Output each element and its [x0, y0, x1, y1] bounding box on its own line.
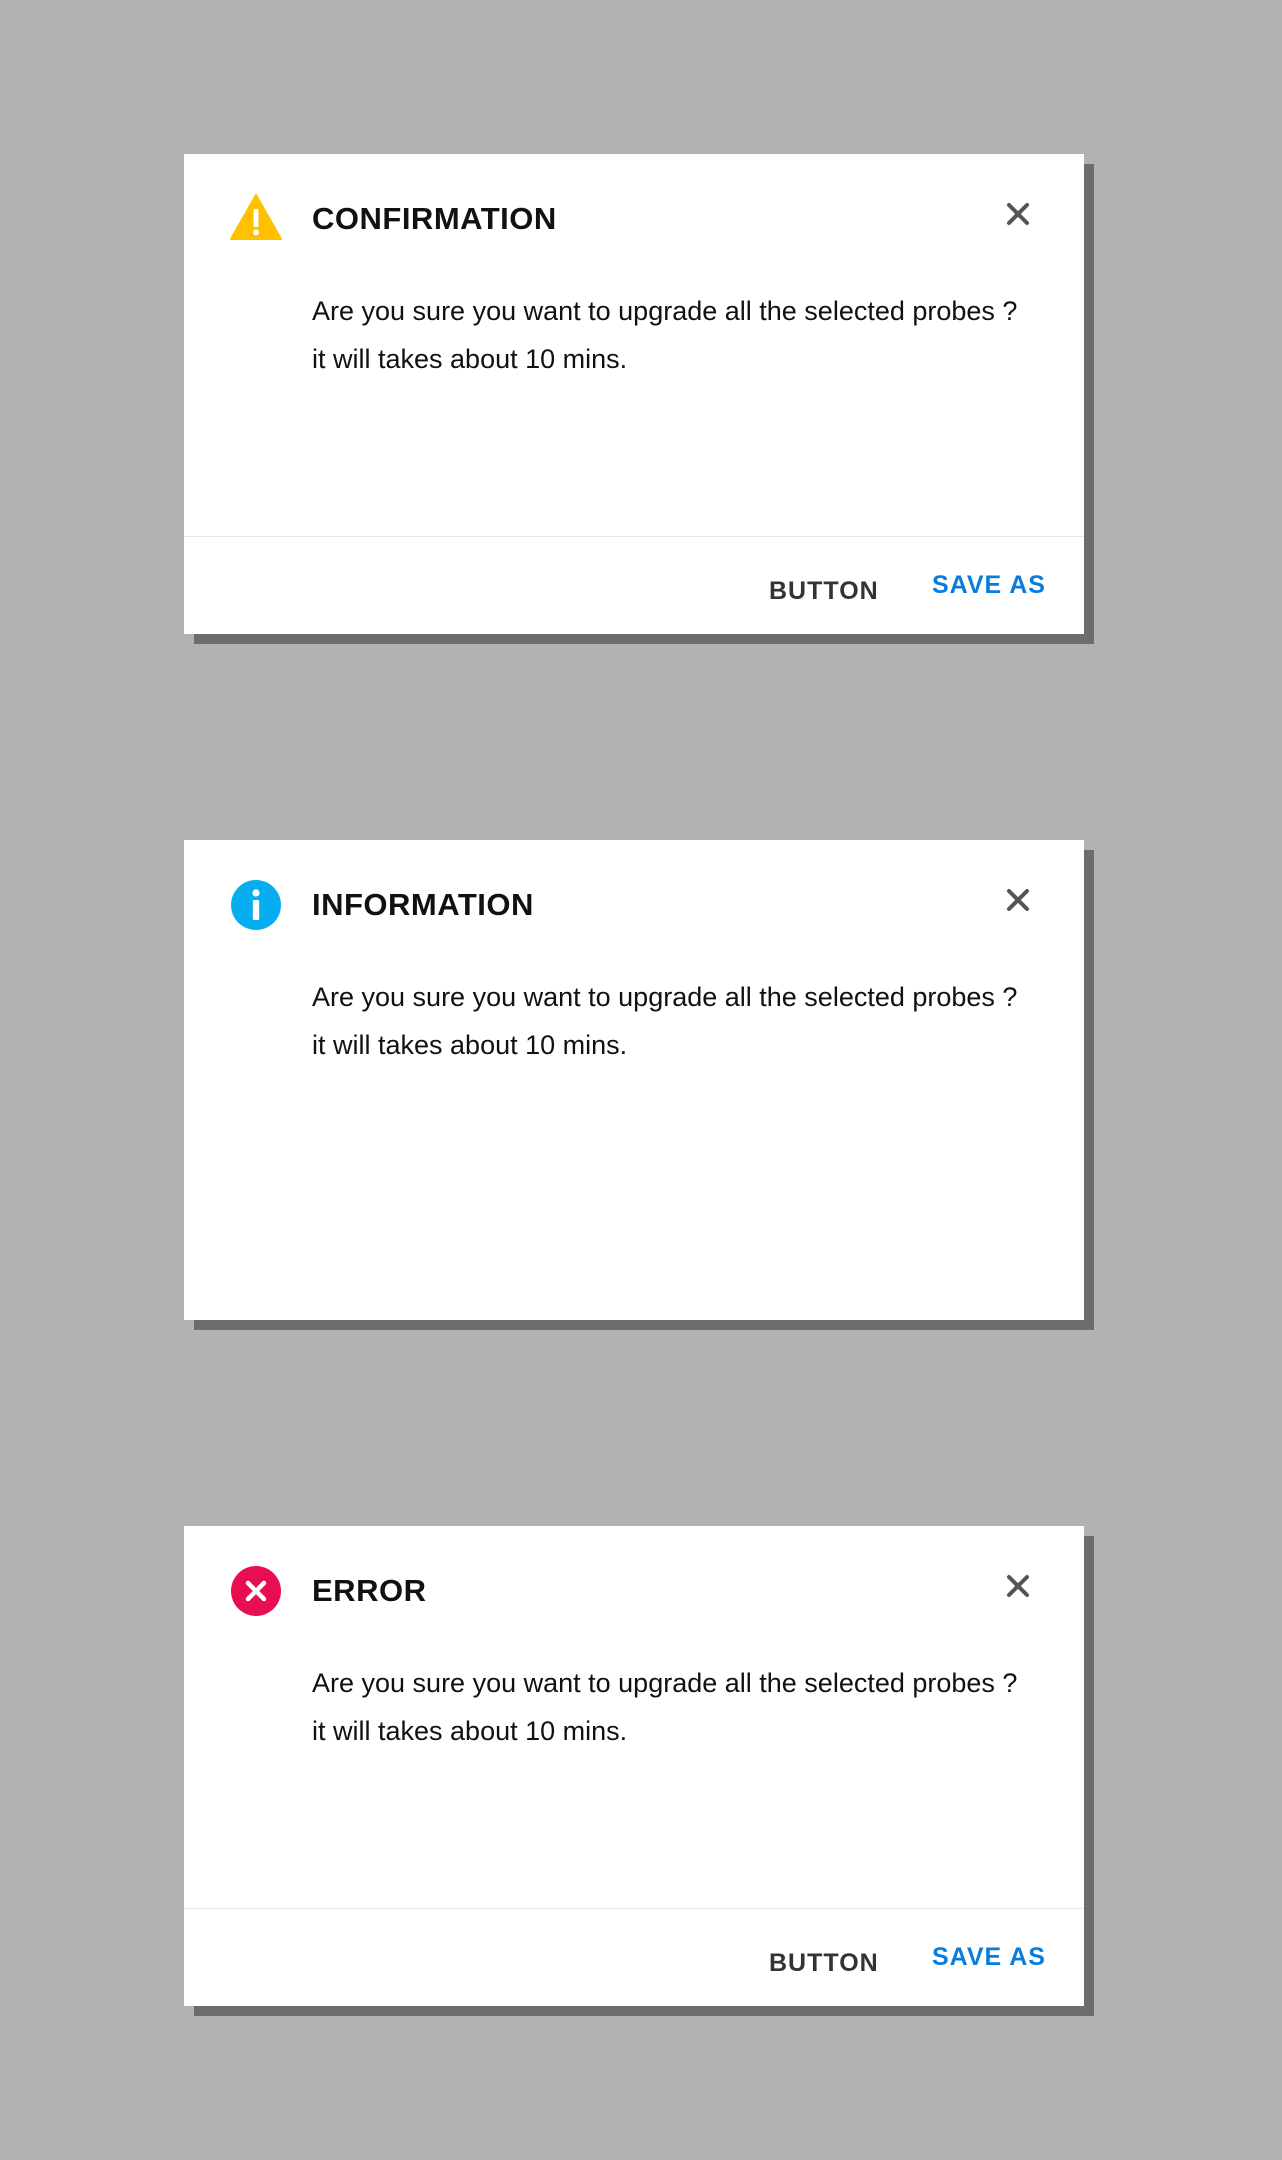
close-icon[interactable] [998, 194, 1038, 234]
confirmation-dialog: CONFIRMATION Are you sure you want to up… [184, 154, 1084, 634]
dialog-message: Are you sure you want to upgrade all the… [312, 973, 1052, 1069]
information-dialog: INFORMATION Are you sure you want to upg… [184, 840, 1084, 1320]
info-icon [229, 878, 283, 932]
message-line: it will takes about 10 mins. [312, 1030, 628, 1060]
message-line: Are you sure you want to upgrade all the… [312, 296, 1018, 326]
message-line: Are you sure you want to upgrade all the… [312, 1668, 1018, 1698]
dialog-message: Are you sure you want to upgrade all the… [312, 287, 1052, 383]
secondary-button[interactable]: BUTTON [769, 537, 879, 640]
secondary-button[interactable]: BUTTON [769, 1909, 879, 2012]
message-line: it will takes about 10 mins. [312, 344, 628, 374]
save-as-button[interactable]: SAVE AS [932, 1909, 1046, 2006]
close-icon[interactable] [998, 1566, 1038, 1606]
warning-icon [229, 192, 283, 246]
message-line: it will takes about 10 mins. [312, 1716, 628, 1746]
dialog-title: INFORMATION [312, 887, 534, 922]
dialog-title: ERROR [312, 1573, 427, 1608]
error-dialog: ERROR Are you sure you want to upgrade a… [184, 1526, 1084, 2006]
error-icon [229, 1564, 283, 1618]
dialog-title: CONFIRMATION [312, 201, 557, 236]
dialog-footer: BUTTON SAVE AS [184, 536, 1084, 634]
message-line: Are you sure you want to upgrade all the… [312, 982, 1018, 1012]
save-as-button[interactable]: SAVE AS [932, 537, 1046, 634]
dialog-message: Are you sure you want to upgrade all the… [312, 1659, 1052, 1755]
dialog-footer: BUTTON SAVE AS [184, 1908, 1084, 2006]
close-icon[interactable] [998, 880, 1038, 920]
